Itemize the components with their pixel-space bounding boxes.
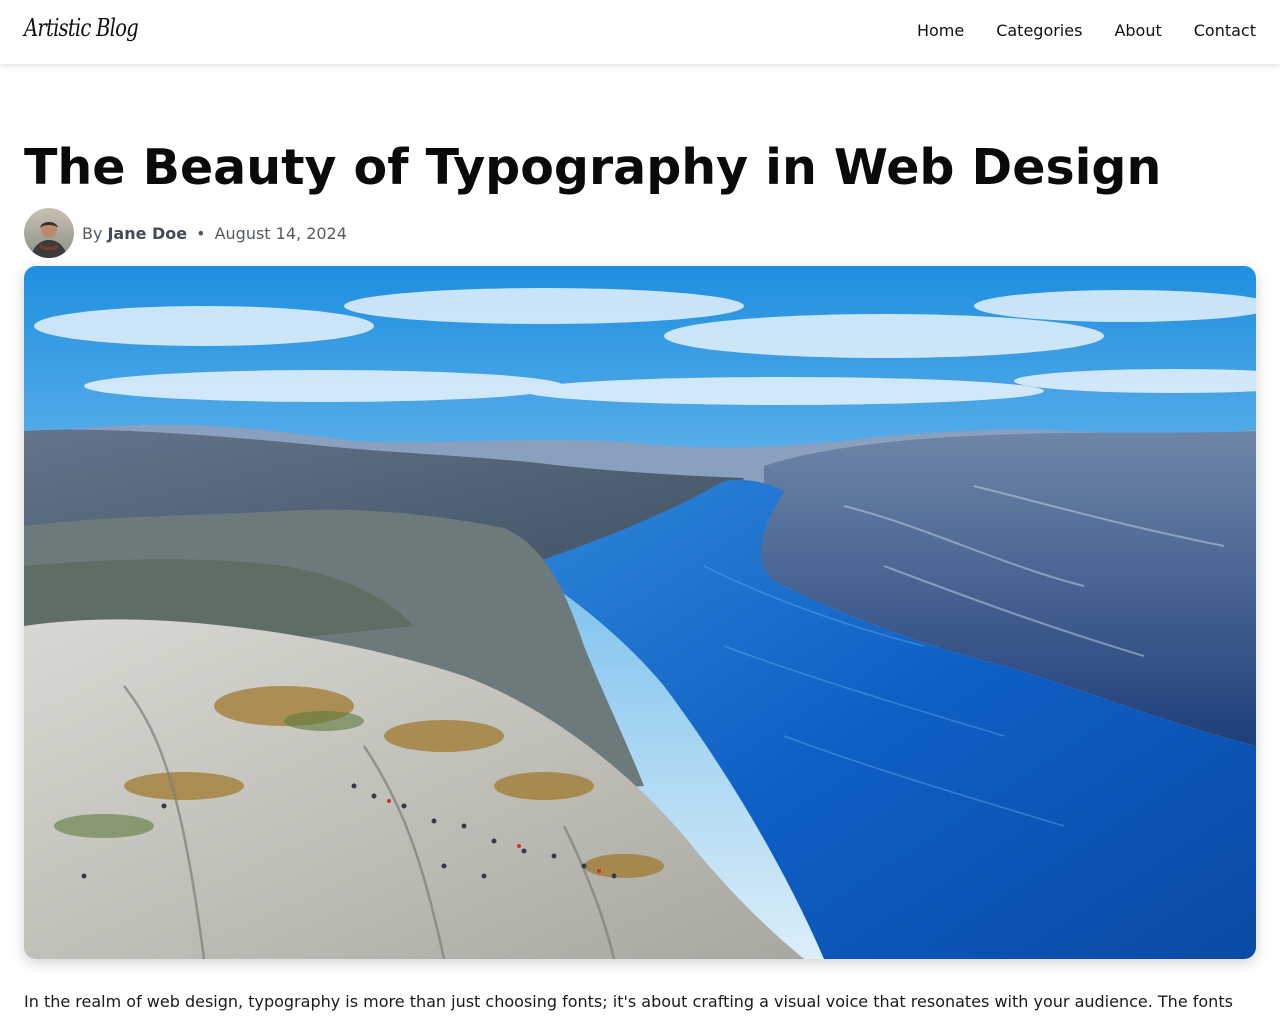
main-nav: Home Categories About Contact [917,20,1256,42]
article-intro: In the realm of web design, typography i… [24,992,1233,1011]
article-byline: By Jane Doe • August 14, 2024 [24,208,347,258]
publish-date: August 14, 2024 [214,223,347,243]
author-avatar [24,208,74,258]
site-logo[interactable]: Artistic Blog [24,14,139,42]
byline-separator: • [196,223,206,243]
article-title: The Beauty of Typography in Web Design [24,139,1162,196]
nav-home-link[interactable]: Home [917,20,964,42]
hero-image [24,266,1256,959]
nav-about-link[interactable]: About [1114,20,1161,42]
nav-categories-link[interactable]: Categories [996,20,1082,42]
nav-contact-link[interactable]: Contact [1194,20,1256,42]
byline-prefix: By [82,223,103,243]
site-header: Artistic Blog Home Categories About Cont… [0,0,1280,64]
author-name[interactable]: Jane Doe [107,224,187,243]
